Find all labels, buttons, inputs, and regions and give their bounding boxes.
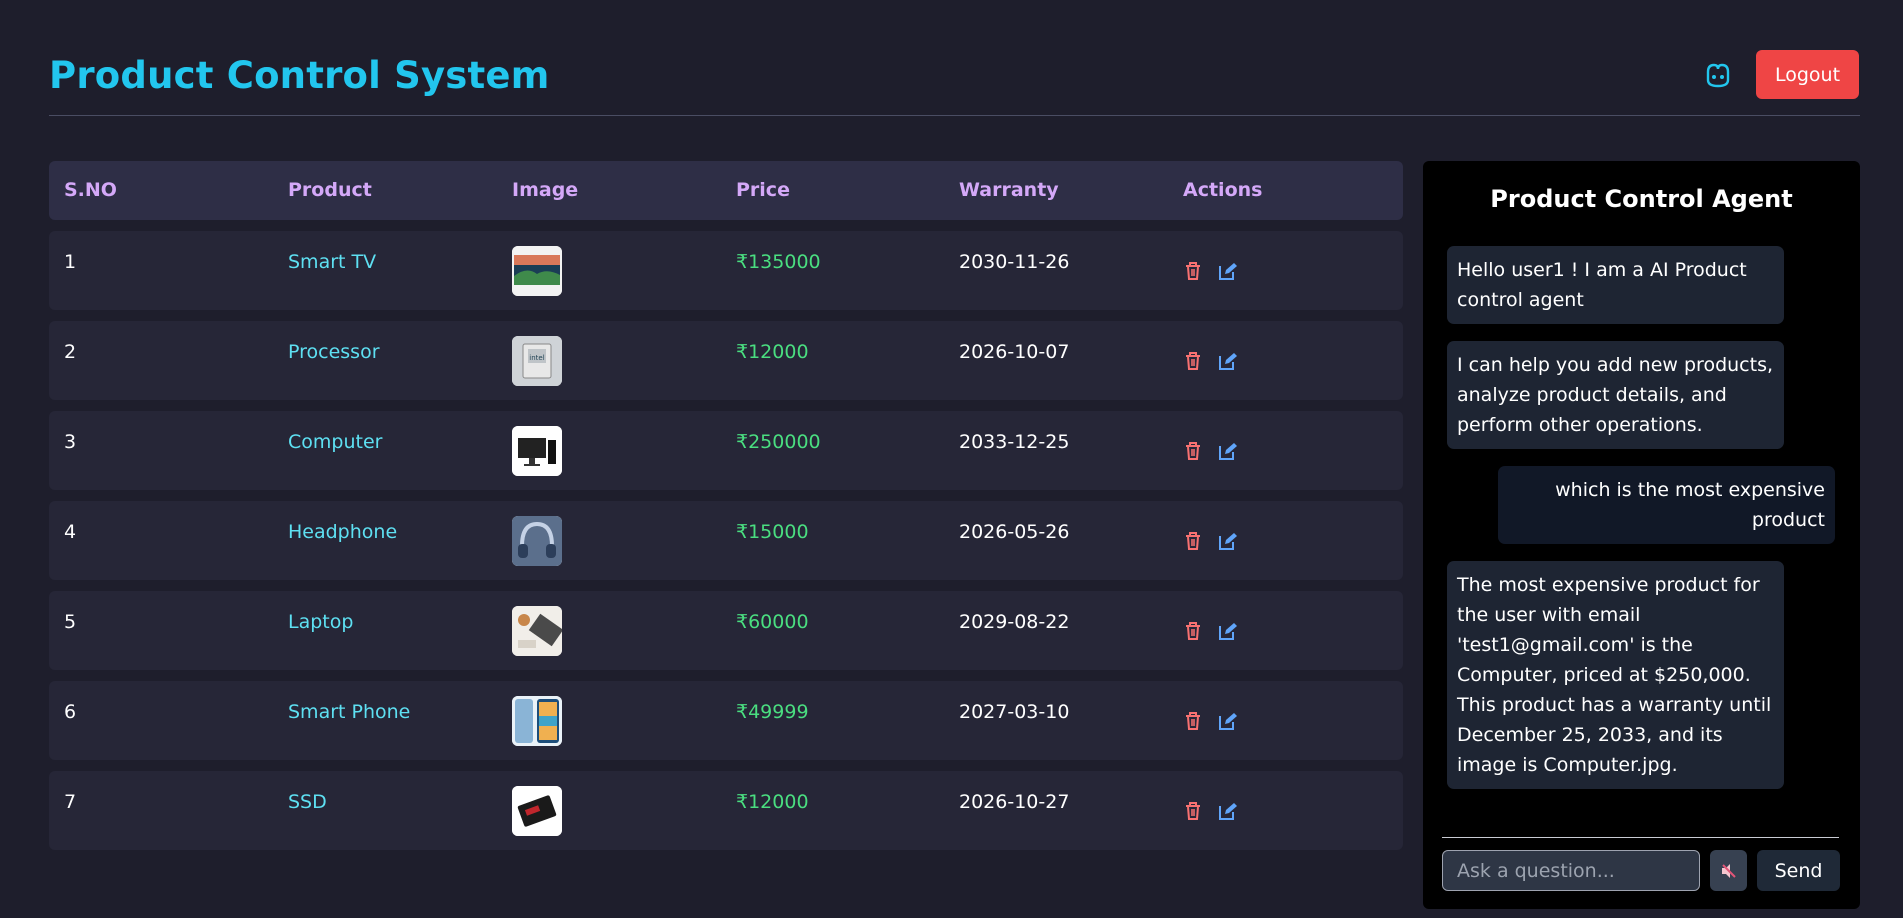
product-price: ₹12000 <box>736 341 809 363</box>
column-header-product: Product <box>288 179 372 201</box>
product-price: ₹49999 <box>736 701 809 723</box>
edit-icon[interactable] <box>1218 441 1238 461</box>
product-name-link[interactable]: Processor <box>288 321 380 400</box>
product-image <box>512 696 562 746</box>
page-title: Product Control System <box>49 54 550 97</box>
product-table: S.NO Product Image Price Warranty Action… <box>49 161 1403 850</box>
table-row: 2 Processor intel ₹12000 2026-10-07 <box>49 321 1403 400</box>
column-header-actions: Actions <box>1183 179 1263 201</box>
table-row: 5 Laptop ₹60000 2029-08-22 <box>49 591 1403 670</box>
chat-message-bot: I can help you add new products, analyze… <box>1447 341 1784 449</box>
column-header-price: Price <box>736 179 790 201</box>
product-price: ₹12000 <box>736 791 809 813</box>
logout-button[interactable]: Logout <box>1756 50 1859 99</box>
product-name-link[interactable]: Headphone <box>288 501 397 580</box>
warranty-date: 2029-08-22 <box>959 611 1070 633</box>
delete-icon[interactable] <box>1183 711 1203 731</box>
delete-icon[interactable] <box>1183 621 1203 641</box>
speaker-muted-icon <box>1721 863 1736 878</box>
row-sno: 1 <box>64 251 77 273</box>
product-name-link[interactable]: Computer <box>288 411 382 490</box>
edit-icon[interactable] <box>1218 711 1238 731</box>
product-image <box>512 516 562 566</box>
row-actions <box>1183 441 1238 461</box>
product-price: ₹15000 <box>736 521 809 543</box>
table-row: 6 Smart Phone ₹49999 2027-03-10 <box>49 681 1403 760</box>
send-button[interactable]: Send <box>1757 850 1840 891</box>
delete-icon[interactable] <box>1183 531 1203 551</box>
row-actions <box>1183 531 1238 551</box>
table-row: 1 Smart TV ₹135000 2030-11-26 <box>49 231 1403 310</box>
table-row: 3 Computer ₹250000 2033-12-25 <box>49 411 1403 490</box>
delete-icon[interactable] <box>1183 261 1203 281</box>
product-image <box>512 246 562 296</box>
warranty-date: 2026-10-07 <box>959 341 1070 363</box>
edit-icon[interactable] <box>1218 351 1238 371</box>
product-image <box>512 786 562 836</box>
row-actions <box>1183 711 1238 731</box>
product-image: intel <box>512 336 562 386</box>
delete-icon[interactable] <box>1183 441 1203 461</box>
row-sno: 7 <box>64 791 77 813</box>
product-name-link[interactable]: Smart Phone <box>288 681 410 760</box>
product-name-link[interactable]: Laptop <box>288 591 353 670</box>
chat-message-user: which is the most expensive product <box>1498 466 1835 544</box>
chat-divider <box>1442 837 1839 838</box>
edit-icon[interactable] <box>1218 531 1238 551</box>
row-sno: 4 <box>64 521 77 543</box>
warranty-date: 2033-12-25 <box>959 431 1070 453</box>
product-name-link[interactable]: SSD <box>288 771 327 850</box>
row-sno: 2 <box>64 341 77 363</box>
warranty-date: 2030-11-26 <box>959 251 1070 273</box>
app-header: Product Control System Logout <box>49 0 1860 116</box>
product-price: ₹60000 <box>736 611 809 633</box>
product-price: ₹250000 <box>736 431 821 453</box>
column-header-warranty: Warranty <box>959 179 1059 201</box>
table-row: 7 SSD ₹12000 2026-10-27 <box>49 771 1403 850</box>
column-header-image: Image <box>512 179 579 201</box>
chat-input[interactable] <box>1442 850 1700 891</box>
row-sno: 5 <box>64 611 77 633</box>
chat-message-bot: Hello user1 ! I am a AI Product control … <box>1447 246 1784 324</box>
column-header-sno: S.NO <box>64 179 117 201</box>
table-header: S.NO Product Image Price Warranty Action… <box>49 161 1403 220</box>
row-actions <box>1183 261 1238 281</box>
product-name-link[interactable]: Smart TV <box>288 231 376 310</box>
row-actions <box>1183 801 1238 821</box>
table-row: 4 Headphone ₹15000 2026-05-26 <box>49 501 1403 580</box>
chat-message-bot: The most expensive product for the user … <box>1447 561 1784 789</box>
product-image <box>512 606 562 656</box>
delete-icon[interactable] <box>1183 801 1203 821</box>
row-sno: 3 <box>64 431 77 453</box>
delete-icon[interactable] <box>1183 351 1203 371</box>
warranty-date: 2026-05-26 <box>959 521 1070 543</box>
product-price: ₹135000 <box>736 251 821 273</box>
product-image <box>512 426 562 476</box>
row-actions <box>1183 351 1238 371</box>
mute-button[interactable] <box>1710 850 1747 891</box>
chat-title: Product Control Agent <box>1490 185 1793 213</box>
edit-icon[interactable] <box>1218 261 1238 281</box>
edit-icon[interactable] <box>1218 801 1238 821</box>
row-sno: 6 <box>64 701 77 723</box>
edit-icon[interactable] <box>1218 621 1238 641</box>
warranty-date: 2027-03-10 <box>959 701 1070 723</box>
warranty-date: 2026-10-27 <box>959 791 1070 813</box>
chat-panel: Product Control Agent Hello user1 ! I am… <box>1423 161 1860 909</box>
svg-text:intel: intel <box>529 354 544 362</box>
bot-icon[interactable] <box>1701 58 1735 92</box>
row-actions <box>1183 621 1238 641</box>
